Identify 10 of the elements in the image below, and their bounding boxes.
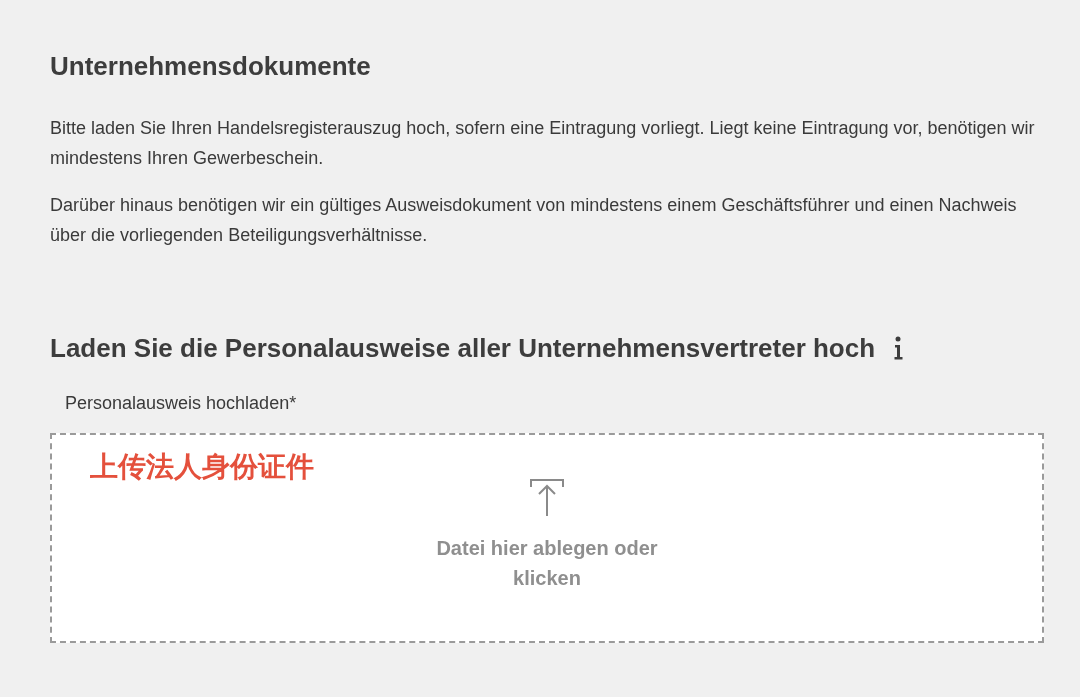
- upload-heading: Laden Sie die Personalausweise aller Unternehmensvertreter hoch: [50, 332, 876, 364]
- dropzone-text: Datei hier ablegen oder klicken: [435, 536, 659, 591]
- section-heading: Unternehmensdokumente: [50, 50, 372, 82]
- annotation-text: 上传法人身份证件: [90, 450, 314, 484]
- file-dropzone[interactable]: 上传法人身份证件 Datei hier ablegen oder klicken: [50, 433, 1044, 643]
- description-paragraph: Darüber hinaus benötigen wir ein gültiges Ausweisdokument von mindestens einem Geschäftsführer und einen Nachweis über die vorliegenden Beteiligungsverhältnisse.: [50, 194, 1018, 247]
- upload-label: Personalausweis hochladen*: [65, 392, 298, 415]
- description-paragraph: Bitte laden Sie Ihren Handelsregisterauszug hoch, sofern eine Eintragung vorliegt. Liegt keine Eintragung vor, benötigen wir mindestens Ihren Gewerbeschein.: [50, 117, 1036, 170]
- info-icon[interactable]: [893, 336, 904, 360]
- upload-icon: [530, 479, 564, 517]
